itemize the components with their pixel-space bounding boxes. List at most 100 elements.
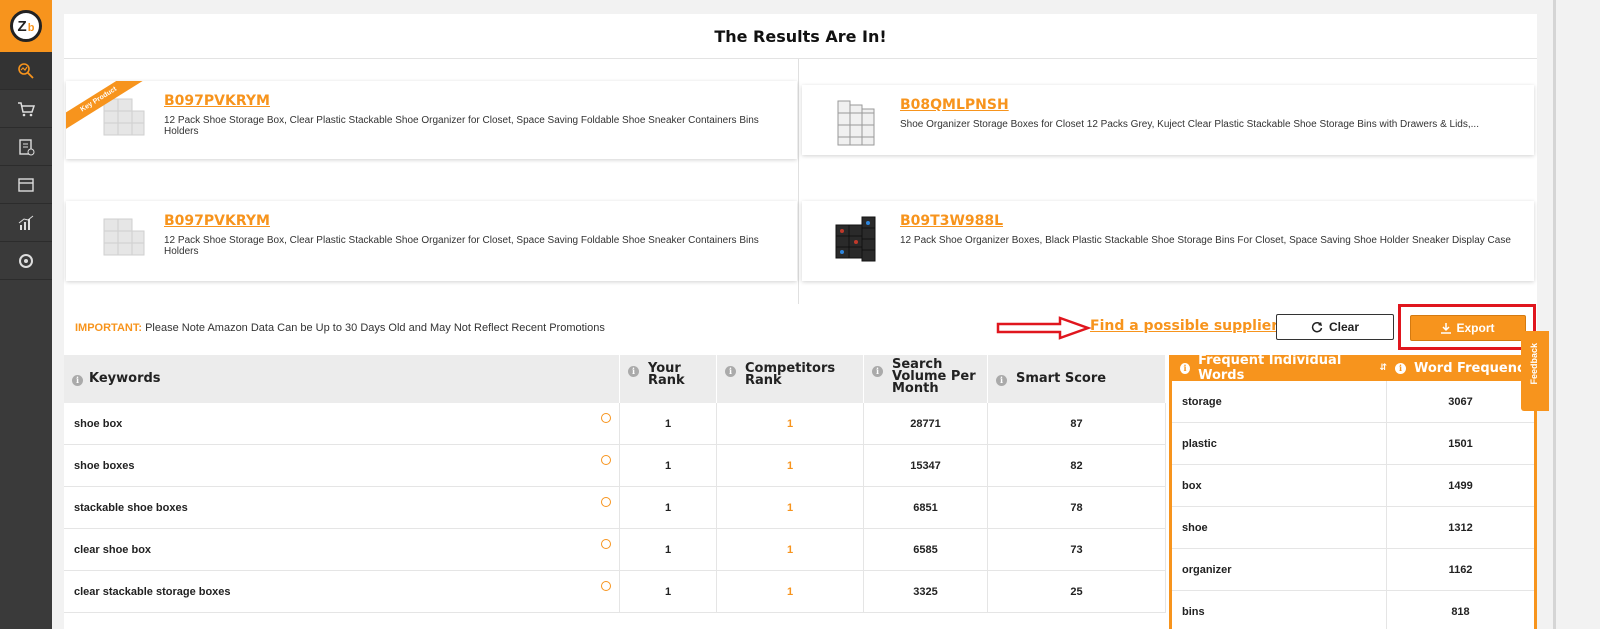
sort-icon[interactable]: ⇵ <box>1379 363 1387 373</box>
frequency-cell: 3067 <box>1448 395 1473 408</box>
info-icon[interactable]: i <box>872 366 883 377</box>
action-row: IMPORTANT: Please Note Amazon Data Can b… <box>64 304 1537 354</box>
frequency-cell: 1499 <box>1448 479 1473 492</box>
external-link-icon[interactable] <box>601 497 611 507</box>
smart-score-cell: 87 <box>988 403 1166 444</box>
table-header: i Frequent Individual Words ⇵ i Word Freque… <box>1172 353 1534 383</box>
cart-icon[interactable] <box>0 90 52 128</box>
table-row: box 1499 <box>1172 465 1534 507</box>
feedback-tab[interactable]: Feedback <box>1521 331 1549 411</box>
info-icon[interactable]: i <box>628 366 639 377</box>
asin-link[interactable]: B08QMLPNSH <box>900 97 1479 113</box>
sidebar: Zb <box>0 0 52 629</box>
search-volume-cell: 6851 <box>864 487 988 528</box>
word-cell: organizer <box>1172 549 1387 590</box>
product-image <box>835 216 876 262</box>
download-icon <box>1441 322 1452 334</box>
frequency-cell: 1312 <box>1448 521 1473 534</box>
frequency-cell: 818 <box>1451 605 1470 618</box>
logo[interactable]: Zb <box>0 0 52 52</box>
column-header-search-volume[interactable]: i Search Volume Per Month <box>864 355 988 403</box>
external-link-icon[interactable] <box>601 539 611 549</box>
product-card[interactable]: B08QMLPNSH Shoe Organizer Storage Boxes … <box>802 85 1534 155</box>
smart-score-cell: 82 <box>988 445 1166 486</box>
keywords-table: i Keywords i Your Rank i Competitors Rank i… <box>64 355 1166 613</box>
clipboard-check-icon[interactable] <box>0 128 52 166</box>
table-row: bins 818 <box>1172 591 1534 629</box>
product-title: Shoe Organizer Storage Boxes for Closet … <box>900 119 1479 130</box>
column-header-your-rank[interactable]: i Your Rank <box>620 355 717 403</box>
arrow-icon <box>996 316 1092 340</box>
product-image <box>837 100 875 146</box>
keyword-cell: shoe boxes <box>64 445 620 486</box>
info-icon[interactable]: i <box>725 366 736 377</box>
info-icon[interactable]: i <box>996 375 1007 386</box>
title-bar: The Results Are In! <box>64 14 1537 59</box>
asin-link[interactable]: B097PVKRYM <box>164 213 781 229</box>
keyword-cell: clear stackable storage boxes <box>64 571 620 612</box>
analytics-icon[interactable] <box>0 204 52 242</box>
column-header-smart-score[interactable]: i Smart Score <box>988 355 1166 403</box>
product-card[interactable]: B097PVKRYM 12 Pack Shoe Storage Box, Cle… <box>66 201 797 281</box>
product-title: 12 Pack Shoe Organizer Boxes, Black Plas… <box>900 235 1511 246</box>
asin-link[interactable]: B09T3W988L <box>900 213 1511 229</box>
column-header-competitors-rank[interactable]: i Competitors Rank <box>717 355 864 403</box>
your-rank-cell: 1 <box>620 487 717 528</box>
competitors-rank-cell[interactable]: 1 <box>717 403 864 444</box>
external-link-icon[interactable] <box>601 581 611 591</box>
external-link-icon[interactable] <box>601 413 611 423</box>
smart-score-cell: 78 <box>988 487 1166 528</box>
product-grid: Key Product B097PVKRYM 12 Pack Shoe Stor… <box>64 59 1537 304</box>
smart-score-cell: 25 <box>988 571 1166 612</box>
keywords-table-body: shoe box 1 1 28771 87 shoe boxes 1 1 15347 82 stac… <box>64 403 1166 613</box>
info-icon[interactable]: i <box>1395 362 1406 374</box>
column-header-frequent-words[interactable]: i Frequent Individual Words ⇵ <box>1172 353 1387 383</box>
column-header-word-frequency[interactable]: i Word Frequency <box>1387 355 1534 381</box>
search-volume-cell: 15347 <box>864 445 988 486</box>
table-row: organizer 1162 <box>1172 549 1534 591</box>
logo-icon: Zb <box>10 10 42 42</box>
calendar-icon[interactable] <box>0 166 52 204</box>
export-highlight: Export <box>1398 304 1536 350</box>
keyword-search-icon[interactable] <box>0 52 52 90</box>
competitors-rank-cell[interactable]: 1 <box>717 487 864 528</box>
frequency-cell: 1501 <box>1448 437 1473 450</box>
data-notice: IMPORTANT: Please Note Amazon Data Can b… <box>75 322 605 334</box>
table-row: shoe boxes 1 1 15347 82 <box>64 445 1166 487</box>
table-row: clear shoe box 1 1 6585 73 <box>64 529 1166 571</box>
table-header: i Keywords i Your Rank i Competitors Rank i… <box>64 355 1166 403</box>
word-cell: shoe <box>1172 507 1387 548</box>
settings-icon[interactable] <box>0 242 52 280</box>
table-row: clear stackable storage boxes 1 1 3325 25 <box>64 571 1166 613</box>
table-row: storage 3067 <box>1172 381 1534 423</box>
asin-link[interactable]: B097PVKRYM <box>164 93 781 109</box>
scrollbar[interactable] <box>1553 0 1556 629</box>
keyword-cell: shoe box <box>64 403 620 444</box>
keyword-cell: stackable shoe boxes <box>64 487 620 528</box>
export-button[interactable]: Export <box>1410 315 1526 341</box>
table-row: stackable shoe boxes 1 1 6851 78 <box>64 487 1166 529</box>
search-volume-cell: 3325 <box>864 571 988 612</box>
clear-button[interactable]: Clear <box>1276 314 1394 340</box>
product-image <box>103 218 145 256</box>
word-cell: box <box>1172 465 1387 506</box>
frequency-cell: 1162 <box>1448 563 1473 576</box>
competitors-rank-cell[interactable]: 1 <box>717 571 864 612</box>
column-header-keywords[interactable]: i Keywords <box>64 355 620 403</box>
word-frequency-table-body: storage 3067 plastic 1501 box 1499 shoe 1312 org… <box>1172 381 1534 629</box>
search-volume-cell: 6585 <box>864 529 988 570</box>
product-card[interactable]: Key Product B097PVKRYM 12 Pack Shoe Stor… <box>66 81 797 159</box>
refresh-icon <box>1311 321 1323 333</box>
info-icon[interactable]: i <box>1180 362 1191 374</box>
competitors-rank-cell[interactable]: 1 <box>717 529 864 570</box>
keyword-cell: clear shoe box <box>64 529 620 570</box>
divider <box>798 59 799 304</box>
info-icon[interactable]: i <box>72 375 83 386</box>
find-supplier-link[interactable]: Find a possible supplier <box>1090 318 1278 334</box>
product-card[interactable]: B09T3W988L 12 Pack Shoe Organizer Boxes,… <box>802 201 1534 281</box>
external-link-icon[interactable] <box>601 455 611 465</box>
competitors-rank-cell[interactable]: 1 <box>717 445 864 486</box>
table-row: shoe 1312 <box>1172 507 1534 549</box>
smart-score-cell: 73 <box>988 529 1166 570</box>
table-row: plastic 1501 <box>1172 423 1534 465</box>
